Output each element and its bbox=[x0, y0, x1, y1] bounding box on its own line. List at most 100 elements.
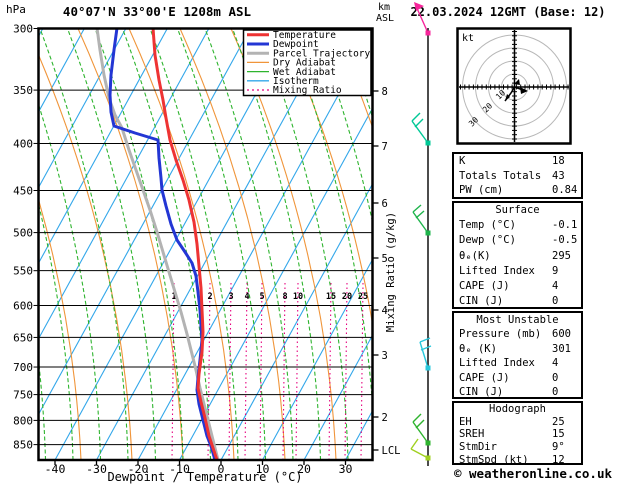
index-label: EH bbox=[459, 415, 472, 428]
copyright-text: © weatheronline.co.uk bbox=[453, 466, 613, 481]
index-value: 295 bbox=[552, 249, 571, 262]
index-value: 0 bbox=[552, 386, 559, 399]
temp-tick-label: 30 bbox=[339, 462, 353, 476]
index-row: CAPE (J) 4 bbox=[454, 279, 581, 294]
index-label: θₑ (K) bbox=[459, 342, 497, 355]
altitude-axis: 8765432LCLMixing Ratio (g/kg) bbox=[372, 86, 401, 457]
header-texts: hPa 40°07'N 33°00'E 1208m ASL kmASL 22.03.2… bbox=[6, 2, 606, 24]
pressure-tick-label: 350 bbox=[13, 84, 33, 97]
pressure-unit-label: hPa bbox=[6, 3, 26, 16]
index-label: Lifted Index bbox=[459, 264, 535, 277]
indices-section-title: Most Unstable bbox=[476, 314, 559, 326]
index-row: Lifted Index 9 bbox=[454, 264, 581, 279]
indices-section-hodograph: Hodograph EH 25 SREH 15 StmDir 9° StmSpd (kt) 12 bbox=[452, 401, 583, 467]
index-row: Totals Totals 43 bbox=[454, 169, 581, 184]
index-label: Temp (°C) bbox=[459, 219, 516, 232]
index-label: K bbox=[459, 155, 466, 167]
pressure-tick-label: 400 bbox=[13, 137, 33, 150]
hodograph-unit-label: kt bbox=[462, 33, 474, 44]
legend: TemperatureDewpointParcel TrajectoryDry … bbox=[242, 29, 372, 97]
index-row: SREH 15 bbox=[454, 428, 581, 441]
index-value: 4 bbox=[552, 280, 559, 293]
sounding-page: 300 350 400 450 500 550 600 650 700 750 800 850 -40-… bbox=[0, 0, 629, 486]
pressure-tick-label: 650 bbox=[13, 331, 33, 344]
index-label: CIN (J) bbox=[459, 386, 504, 399]
indices-section-surface: Surface Temp (°C) -0.1 Dewp (°C) -0.5 θₑ(K) 29… bbox=[452, 201, 583, 309]
pressure-tick-label: 300 bbox=[13, 23, 33, 36]
indices-section-title: Hodograph bbox=[489, 403, 546, 415]
index-label: Dewp (°C) bbox=[459, 234, 516, 247]
indices-section-most-unstable: Most Unstable Pressure (mb) 600 θₑ (K) 301 Li… bbox=[452, 311, 583, 399]
index-row: CIN (J) 0 bbox=[454, 294, 581, 309]
index-row: StmDir 9° bbox=[454, 441, 581, 454]
index-label: PW (cm) bbox=[459, 184, 504, 197]
indices-section: K 18 Totals Totals 43 PW (cm) 0.84 bbox=[452, 152, 583, 199]
index-value: 18 bbox=[552, 155, 565, 167]
index-row: θₑ (K) 301 bbox=[454, 342, 581, 356]
pressure-tick-label: 550 bbox=[13, 265, 33, 278]
pressure-tick-label: 500 bbox=[13, 227, 33, 240]
mixing-ratio-label: 15 bbox=[326, 292, 336, 302]
hodograph: 102030kt bbox=[456, 27, 572, 145]
index-value: -0.1 bbox=[552, 219, 578, 232]
index-label: CIN (J) bbox=[459, 295, 504, 308]
index-value: 0 bbox=[552, 295, 559, 308]
index-label: CAPE (J) bbox=[459, 280, 510, 293]
wind-barb-column bbox=[410, 2, 432, 466]
index-value: 12 bbox=[552, 453, 565, 466]
pressure-tick-label: 700 bbox=[13, 361, 33, 374]
index-label: θₑ(K) bbox=[459, 249, 491, 262]
index-label: StmDir bbox=[459, 441, 497, 454]
km-tick-label: 8 bbox=[382, 86, 388, 98]
pressure-tick-label: 850 bbox=[13, 439, 33, 452]
index-value: 301 bbox=[552, 342, 571, 355]
pressure-tick-label: 750 bbox=[13, 389, 33, 402]
mixing-ratio-label: 25 bbox=[358, 292, 368, 302]
index-row: StmSpd (kt) 12 bbox=[454, 454, 581, 467]
legend-label: Mixing Ratio bbox=[273, 85, 342, 96]
x-axis-title: Dewpoint / Temperature (°C) bbox=[107, 470, 302, 484]
km-tick-label: 6 bbox=[382, 198, 388, 210]
mixing-ratio-label: 8 bbox=[282, 292, 287, 302]
index-row: Lifted Index 4 bbox=[454, 356, 581, 370]
hodograph-ring-label: 30 bbox=[467, 115, 480, 128]
km-tick-label: 2 bbox=[382, 412, 388, 424]
index-label: Pressure (mb) bbox=[459, 328, 542, 341]
km-tick-label: 7 bbox=[382, 141, 388, 153]
index-label: CAPE (J) bbox=[459, 371, 510, 384]
temperature-axis: -40 -30 -20 -10 0 10 20 30Dewpoint / Temperatur… bbox=[45, 460, 353, 484]
km-tick-label: 3 bbox=[382, 350, 388, 362]
mixing-ratio-label: 5 bbox=[259, 292, 264, 302]
indices-section-title: Surface bbox=[495, 204, 540, 216]
altitude-unit-km: km bbox=[378, 2, 390, 13]
index-row: PW (cm) 0.84 bbox=[454, 183, 581, 198]
index-label: StmSpd (kt) bbox=[459, 453, 529, 466]
lcl-label: LCL bbox=[382, 445, 401, 457]
mixing-ratio-axis-title: Mixing Ratio (g/kg) bbox=[385, 212, 397, 332]
mixing-ratio-label: 3 bbox=[228, 292, 233, 302]
altitude-unit-asl: ASL bbox=[376, 13, 394, 24]
datetime-title: 22.03.2024 12GMT (Base: 12) bbox=[410, 5, 605, 19]
index-row: CIN (J) 0 bbox=[454, 385, 581, 399]
hodograph-ring-label: 20 bbox=[481, 101, 494, 114]
index-value: -0.5 bbox=[552, 234, 578, 247]
temp-tick-label: -30 bbox=[86, 462, 107, 476]
index-label: Lifted Index bbox=[459, 357, 535, 370]
index-value: 0.84 bbox=[552, 184, 578, 197]
index-value: 9 bbox=[552, 264, 559, 277]
index-value: 0 bbox=[552, 371, 559, 384]
pressure-tick-label: 450 bbox=[13, 185, 33, 198]
index-row: K 18 bbox=[454, 154, 581, 169]
index-value: 25 bbox=[552, 415, 565, 428]
station-title: 40°07'N 33°00'E 1208m ASL bbox=[63, 4, 252, 19]
index-label: Totals Totals bbox=[459, 169, 542, 182]
index-value: 9° bbox=[552, 441, 565, 454]
mixing-ratio-label: 10 bbox=[293, 292, 303, 302]
temp-tick-label: -40 bbox=[45, 462, 66, 476]
index-row: Temp (°C) -0.1 bbox=[454, 218, 581, 233]
mixing-ratio-label: 2 bbox=[207, 292, 212, 302]
index-row: CAPE (J) 0 bbox=[454, 371, 581, 385]
mixing-ratio-label: 20 bbox=[342, 292, 352, 302]
index-value: 600 bbox=[552, 328, 571, 341]
index-value: 4 bbox=[552, 357, 559, 370]
